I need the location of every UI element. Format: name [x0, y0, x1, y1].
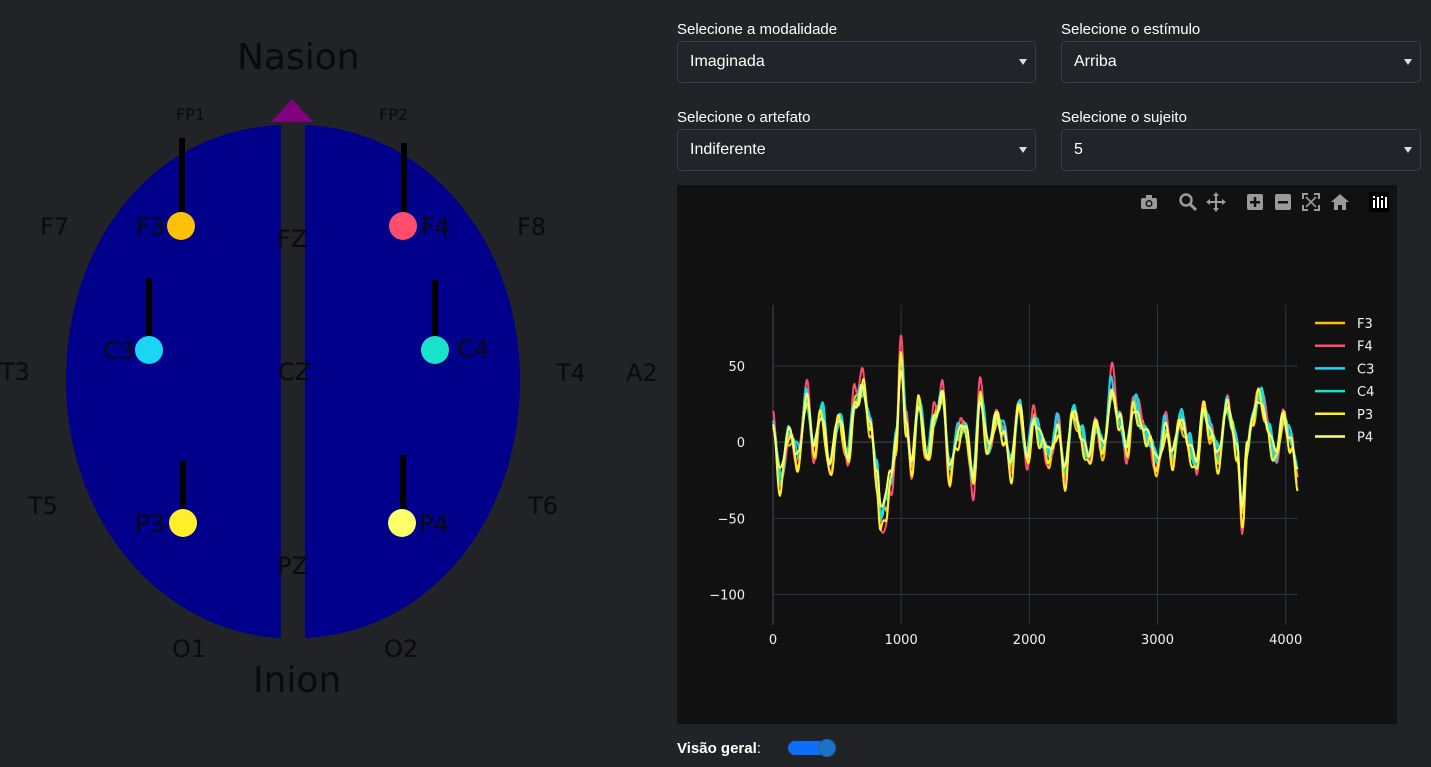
nasion-label: Nasion [237, 37, 360, 78]
electrode-label-p4: P4 [419, 510, 449, 538]
subject-value: 5 [1074, 141, 1083, 158]
electrode-label-fz: FZ [277, 225, 308, 253]
electrode-label-fp1: FP1 [176, 105, 206, 124]
nose-marker-icon [271, 99, 313, 122]
x-tick-label: 0 [769, 633, 777, 648]
modality-label: Selecione a modalidade [677, 21, 838, 38]
overview-label-colon: : [756, 740, 761, 757]
stimulus-value: Arriba [1074, 53, 1117, 70]
electrode-label-t4: T4 [556, 359, 586, 387]
electrode-stem-c3 [146, 278, 152, 344]
overview-toggle-knob[interactable] [818, 739, 836, 757]
electrode-label-p3: P3 [135, 510, 165, 538]
legend-item-c4: C4 [1357, 385, 1374, 400]
inion-label: Inion [253, 660, 342, 701]
overview-label-text: Visão geral [677, 740, 757, 757]
camera-icon[interactable] [1139, 192, 1159, 212]
electrode-stem-f3 [179, 138, 185, 220]
electrode-label-o1: O1 [172, 635, 207, 663]
artifact-value: Indiferente [690, 141, 766, 158]
overview-label: Visão geral: [677, 740, 761, 757]
electrode-label-fp2: FP2 [379, 105, 409, 124]
plotly-logo-icon[interactable] [1369, 192, 1389, 212]
series-line-p3 [772, 351, 1299, 531]
modality-select[interactable]: Imaginada [677, 41, 1036, 83]
electrode-stem-p3 [180, 461, 186, 517]
electrode-label-pz: PZ [277, 552, 308, 580]
scalp-left-half [66, 125, 281, 638]
stimulus-label: Selecione o estímulo [1061, 21, 1201, 38]
electrode-stem-c4 [432, 280, 438, 344]
electrode-dot-p4[interactable] [388, 509, 416, 537]
electrode-label-cz: CZ [278, 358, 312, 386]
reset-axes-icon[interactable] [1330, 192, 1350, 212]
electrode-stem-f4 [401, 143, 407, 220]
eeg-head-map: Nasion Inion FP1 FP2 F7 F8 FZ T3 CZ T4 A… [0, 0, 660, 767]
y-tick-label: 50 [728, 360, 745, 375]
autoscale-icon[interactable] [1301, 192, 1321, 212]
y-tick-label: −50 [718, 512, 745, 527]
overview-toggle[interactable] [788, 739, 836, 757]
legend-item-p4: P4 [1357, 431, 1373, 446]
chevron-down-icon [1019, 59, 1027, 65]
zoom-in-icon[interactable] [1245, 192, 1265, 212]
x-tick-label: 4000 [1269, 633, 1302, 648]
electrode-stem-p4 [400, 455, 406, 517]
electrode-dot-f3[interactable] [167, 212, 195, 240]
electrode-label-t3: T3 [0, 358, 30, 386]
legend-item-f3: F3 [1357, 317, 1373, 332]
subject-select[interactable]: 5 [1061, 129, 1421, 171]
y-tick-label: 0 [737, 436, 745, 451]
electrode-label-t5: T5 [28, 492, 58, 520]
electrode-label-f3: F3 [136, 213, 166, 241]
electrode-label-f4: F4 [421, 213, 451, 241]
electrode-label-f7: F7 [40, 213, 70, 241]
electrode-label-a2: A2 [626, 359, 658, 387]
chart-modebar [1137, 192, 1392, 212]
y-tick-label: −100 [709, 589, 745, 604]
electrode-dot-c4[interactable] [421, 336, 449, 364]
scalp-right-half [305, 125, 520, 638]
legend-item-c3: C3 [1357, 362, 1374, 377]
subject-label: Selecione o sujeito [1061, 109, 1187, 126]
x-tick-label: 1000 [885, 633, 918, 648]
modality-value: Imaginada [690, 53, 765, 70]
electrode-dot-c3[interactable] [135, 336, 163, 364]
electrode-dot-p3[interactable] [169, 509, 197, 537]
x-tick-label: 3000 [1141, 633, 1174, 648]
pan-icon[interactable] [1206, 192, 1226, 212]
chevron-down-icon [1019, 147, 1027, 153]
legend-item-f4: F4 [1357, 340, 1373, 355]
electrode-label-c4: C4 [457, 335, 490, 363]
eeg-chart[interactable]: 0 1000 2000 3000 4000 50 0 −50 −100 F3 F4 C3 C4 P3 P4 [677, 185, 1397, 724]
artifact-label: Selecione o artefato [677, 109, 811, 126]
app-root: Nasion Inion FP1 FP2 F7 F8 FZ T3 CZ T4 A… [0, 0, 1431, 767]
electrode-label-o2: O2 [384, 635, 419, 663]
zoom-out-icon[interactable] [1273, 192, 1293, 212]
electrode-label-t6: T6 [528, 492, 558, 520]
stimulus-select[interactable]: Arriba [1061, 41, 1421, 83]
x-tick-label: 2000 [1013, 633, 1046, 648]
electrode-label-f8: F8 [517, 213, 547, 241]
electrode-dot-f4[interactable] [389, 212, 417, 240]
chevron-down-icon [1404, 147, 1412, 153]
electrode-label-c3: C3 [103, 337, 136, 365]
chevron-down-icon [1404, 59, 1412, 65]
zoom-icon[interactable] [1178, 192, 1198, 212]
legend-item-p3: P3 [1357, 408, 1373, 423]
artifact-select[interactable]: Indiferente [677, 129, 1036, 171]
eeg-chart-panel: 0 1000 2000 3000 4000 50 0 −50 −100 F3 F4 C3 C4 P3 P4 [677, 185, 1397, 724]
